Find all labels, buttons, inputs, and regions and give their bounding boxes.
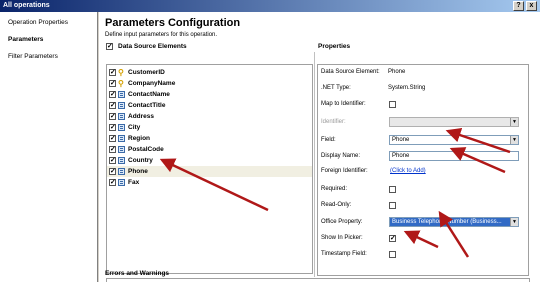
field-label: Phone — [128, 168, 148, 175]
office-property-dropdown[interactable]: Business Telephone Number (Business... ▼ — [389, 217, 519, 227]
chevron-down-icon: ▼ — [510, 118, 518, 126]
column-icon — [118, 102, 125, 109]
show-in-picker-label: Show In Picker: — [321, 235, 363, 241]
map-to-identifier-checkbox[interactable] — [389, 101, 396, 108]
field-label: Region — [128, 135, 151, 142]
timestamp-field-checkbox[interactable] — [389, 251, 396, 258]
window-title-bar: All operations ? x — [0, 0, 540, 12]
data-source-element-value: Phone — [388, 69, 406, 75]
field-checkbox[interactable] — [109, 79, 116, 87]
read-only-label: Read-Only: — [321, 202, 352, 208]
required-label: Required: — [321, 186, 348, 192]
column-icon — [118, 168, 125, 175]
page-title: Parameters Configuration — [105, 17, 241, 29]
column-icon — [118, 124, 125, 131]
identifier-dropdown[interactable]: ▼ — [389, 117, 519, 127]
page-description: Define input parameters for this operati… — [105, 32, 218, 38]
field-row-region[interactable]: Region — [107, 133, 312, 144]
field-checkbox[interactable] — [109, 101, 116, 109]
read-only-checkbox[interactable] — [389, 202, 396, 209]
office-property-label: Office Property: — [321, 219, 363, 225]
window-title: All operations — [3, 2, 50, 9]
field-label: City — [128, 124, 141, 131]
display-name-label: Display Name: — [321, 153, 361, 159]
chevron-down-icon: ▼ — [510, 218, 518, 226]
net-type-label: .NET Type: — [321, 85, 351, 91]
pane-divider[interactable] — [314, 52, 315, 277]
help-button[interactable]: ? — [513, 1, 524, 11]
close-button[interactable]: x — [526, 1, 537, 11]
field-checkbox[interactable] — [109, 68, 116, 76]
column-icon — [118, 179, 125, 186]
field-checkbox[interactable] — [109, 90, 116, 98]
column-icon — [118, 157, 125, 164]
field-label: Field: — [321, 137, 336, 143]
data-source-element-label: Data Source Element: — [321, 69, 380, 75]
timestamp-field-label: Timestamp Field: — [321, 251, 367, 257]
field-checkbox[interactable] — [109, 145, 116, 153]
field-checkbox[interactable] — [109, 178, 116, 186]
field-label: PostalCode — [128, 146, 164, 153]
field-dropdown-value: Phone — [392, 137, 410, 143]
map-to-identifier-label: Map to Identifier: — [321, 101, 366, 107]
field-row-fax[interactable]: Fax — [107, 177, 312, 188]
field-row-customerid[interactable]: ⚲ CustomerID — [107, 67, 312, 78]
data-source-header: Data Source Elements — [118, 43, 187, 50]
data-source-field-list: ⚲ CustomerID ⚲ CompanyName ContactName C… — [106, 64, 313, 274]
key-icon: ⚲ — [118, 68, 124, 77]
field-label: ContactTitle — [128, 102, 166, 109]
foreign-identifier-add-link[interactable]: (Click to Add) — [390, 168, 426, 174]
field-label: CompanyName — [128, 80, 176, 87]
column-icon — [118, 135, 125, 142]
field-label: CustomerID — [128, 69, 165, 76]
errors-header: Errors and Warnings — [105, 270, 170, 277]
field-label: Address — [128, 113, 155, 120]
chevron-down-icon: ▼ — [510, 136, 518, 144]
field-row-contacttitle[interactable]: ContactTitle — [107, 100, 312, 111]
field-checkbox[interactable] — [109, 123, 116, 131]
errors-list — [106, 278, 530, 282]
display-name-input[interactable]: Phone — [389, 151, 519, 161]
field-checkbox[interactable] — [109, 112, 116, 120]
field-label: ContactName — [128, 91, 170, 98]
nav-operation-properties[interactable]: Operation Properties — [8, 19, 68, 26]
field-label: Fax — [128, 179, 140, 186]
field-checkbox[interactable] — [109, 134, 116, 142]
foreign-identifier-label: Foreign Identifier: — [321, 168, 368, 174]
main-panel: Parameters Configuration Define input pa… — [99, 12, 540, 282]
net-type-value: System.String — [388, 85, 426, 91]
column-icon — [118, 113, 125, 120]
nav-filter-parameters[interactable]: Filter Parameters — [8, 53, 58, 60]
field-dropdown[interactable]: Phone ▼ — [389, 135, 519, 145]
field-row-postalcode[interactable]: PostalCode — [107, 144, 312, 155]
field-row-country[interactable]: Country — [107, 155, 312, 166]
column-icon — [118, 91, 125, 98]
office-property-value: Business Telephone Number (Business... — [392, 219, 502, 225]
show-in-picker-checkbox[interactable] — [389, 234, 396, 242]
field-row-companyname[interactable]: ⚲ CompanyName — [107, 78, 312, 89]
field-checkbox[interactable] — [109, 167, 116, 175]
field-row-contactname[interactable]: ContactName — [107, 89, 312, 100]
field-row-phone[interactable]: Phone — [107, 166, 312, 177]
field-label: Country — [128, 157, 153, 164]
field-checkbox[interactable] — [109, 156, 116, 164]
column-icon — [118, 146, 125, 153]
field-row-address[interactable]: Address — [107, 111, 312, 122]
key-icon: ⚲ — [118, 79, 124, 88]
field-row-city[interactable]: City — [107, 122, 312, 133]
nav-parameters[interactable]: Parameters — [8, 36, 43, 43]
identifier-label: Identifier: — [321, 119, 346, 125]
properties-panel: Data Source Element: Phone .NET Type: Sy… — [317, 64, 529, 276]
navigation-pane: Operation Properties Parameters Filter P… — [0, 12, 98, 282]
required-checkbox[interactable] — [389, 186, 396, 193]
properties-header: Properties — [318, 43, 351, 50]
select-all-checkbox[interactable] — [106, 42, 113, 50]
